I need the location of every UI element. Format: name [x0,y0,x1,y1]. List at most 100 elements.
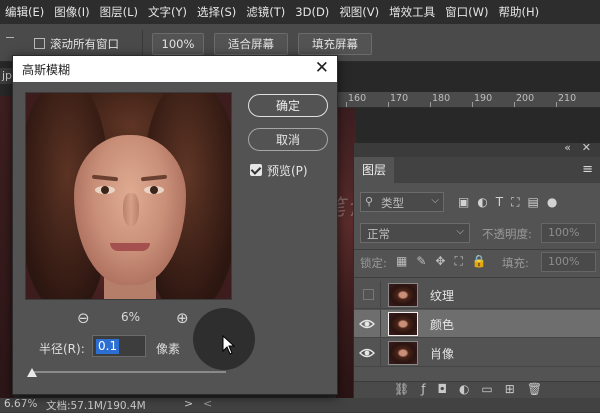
row-separator [380,281,381,309]
horizontal-ruler: 160 170 180 190 200 210 [336,92,600,108]
scroll-all-windows-label: 滚动所有窗口 [50,37,119,51]
filter-kind-value: 类型 [381,196,404,210]
close-icon[interactable]: ✕ [315,58,329,78]
chevron-down-icon: ⌵ [456,226,464,237]
mouse-cursor-icon [222,335,236,355]
panel-menu-icon[interactable]: ≡ [582,162,593,177]
radius-value: 0.1 [96,339,120,354]
radius-input[interactable]: 0.1 [92,335,146,357]
ruler-tick [346,102,347,107]
layers-panel-footer: ⛓ƒ◘◐▭⊞🗑 [354,381,600,398]
fit-screen-button[interactable]: 适合屏幕 [214,33,288,55]
preview-checkbox[interactable] [250,164,262,176]
panel-divider [354,277,600,278]
row-separator [380,310,381,338]
close-panel-icon[interactable]: ✕ [582,141,591,154]
zoom-in-icon[interactable]: ⊕ [176,309,189,327]
preview-pupil [150,186,158,194]
layer-row-color[interactable]: 颜色 [354,310,600,338]
chevron-down-icon: ⌵ [431,195,439,206]
layers-panel-header: 图层 ≡ [354,157,600,183]
fill-label: 填充: [502,256,529,270]
status-zoom[interactable]: 6.67% [4,398,37,410]
fill-value: 100% [548,255,580,268]
layer-row-texture[interactable]: 纹理 [354,281,600,309]
menu-plugins[interactable]: 增效工具 [384,4,440,20]
blur-preview-image[interactable] [25,92,232,300]
dialog-title: 高斯模糊 [22,63,71,77]
lock-label: 锁定: [360,256,387,270]
opacity-field[interactable]: 100% [541,223,596,243]
row-separator [380,339,381,367]
cancel-button[interactable]: 取消 [248,128,328,151]
layer-name[interactable]: 肖像 [430,345,454,362]
layer-action-icons[interactable]: ⛓ƒ◘◐▭⊞🗑 [394,382,554,396]
radius-slider-track[interactable] [31,371,226,373]
ruler-label: 190 [474,93,493,104]
layer-thumbnail [388,341,418,365]
layer-thumbnail [388,312,418,336]
gaussian-blur-dialog: 高斯模糊 ✕ ⊖ 6% ⊕ 半径(R): 0.1 像素 确定 取消 预览(P) [12,55,338,395]
radius-label: 半径(R): [39,342,85,356]
scroll-all-windows-checkbox[interactable] [34,38,45,49]
menu-bar: 编辑(E) 图像(I) 图层(L) 文字(Y) 选择(S) 滤镜(T) 3D(D… [0,0,600,24]
options-handle-icon [6,37,14,38]
scroll-left-icon[interactable]: < [203,397,212,410]
preview-pupil [101,186,109,194]
ruler-label: 200 [516,93,535,104]
menu-filter[interactable]: 滤镜(T) [241,4,290,20]
panel-dock-bar: « ✕ [354,141,600,157]
menu-edit[interactable]: 编辑(E) [0,4,49,20]
radius-slider-thumb[interactable] [27,368,37,377]
panel-divider [354,249,600,250]
menu-image[interactable]: 图像(I) [49,4,94,20]
fill-field[interactable]: 100% [541,252,596,272]
preview-checkbox-label[interactable]: 预览(P) [267,162,308,179]
search-icon: ⚲ [365,195,374,208]
menu-select[interactable]: 选择(S) [192,4,241,20]
menu-window[interactable]: 窗口(W) [440,4,493,20]
menu-3d[interactable]: 3D(D) [290,5,334,19]
status-bar: 6.67% 文档:57.1M/190.4M > < [0,397,600,412]
zoom-percent-button[interactable]: 100% [152,33,204,55]
ruler-tick [556,102,557,107]
ruler-tick [472,102,473,107]
layer-name[interactable]: 颜色 [430,316,454,333]
menu-view[interactable]: 视图(V) [334,4,384,20]
visibility-toggle-off[interactable] [363,289,374,300]
status-doc-info: 文档:57.1M/190.4M [46,400,146,412]
tab-layers[interactable]: 图层 [354,157,394,183]
menu-layer[interactable]: 图层(L) [95,4,143,20]
eye-icon[interactable] [359,346,375,360]
ruler-label: 170 [390,93,409,104]
layer-filter-select[interactable]: ⚲ 类型 ⌵ [360,192,444,212]
zoom-out-icon[interactable]: ⊖ [77,309,90,327]
opacity-label: 不透明度: [482,227,532,241]
status-menu-arrow-icon[interactable]: > [184,397,193,410]
menu-type[interactable]: 文字(Y) [143,4,192,20]
blend-mode-select[interactable]: 正常 ⌵ [360,223,470,243]
fill-screen-button[interactable]: 填充屏幕 [298,33,372,55]
layers-panel: « ✕ 图层 ≡ ⚲ 类型 ⌵ ▣◐T⛶▤● 正常 ⌵ 不透明度: 100% 锁… [353,141,600,398]
ruler-label: 180 [432,93,451,104]
collapse-panel-icon[interactable]: « [564,141,571,154]
preview-nose [123,193,139,227]
ruler-tick [430,102,431,107]
opacity-value: 100% [548,226,580,239]
preview-mouth [110,243,150,251]
layer-thumbnail [388,283,418,307]
blend-mode-value: 正常 [367,227,390,241]
dialog-titlebar[interactable]: 高斯模糊 ✕ [13,56,337,82]
ruler-tick [514,102,515,107]
radius-unit: 像素 [156,342,181,356]
filter-icons[interactable]: ▣◐T⛶▤● [458,195,565,210]
lock-icons[interactable]: ▦✎✥⛶🔒 [396,254,496,269]
ok-button[interactable]: 确定 [248,94,328,117]
preview-zoom-percent: 6% [121,310,141,324]
menu-help[interactable]: 帮助(H) [494,4,545,20]
ruler-label: 160 [348,93,367,104]
eye-icon[interactable] [359,317,375,331]
layer-row-portrait[interactable]: 肖像 [354,339,600,367]
layer-name[interactable]: 纹理 [430,287,454,304]
ruler-label: 210 [558,93,577,104]
